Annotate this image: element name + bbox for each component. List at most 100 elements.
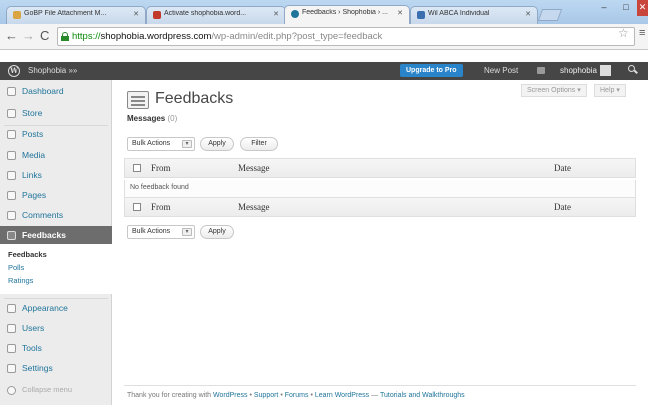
footer: Thank you for creating with WordPress • … (127, 392, 465, 399)
footer-support-link[interactable]: Support (254, 392, 279, 399)
bulk-actions-value: Bulk Actions (132, 140, 171, 147)
lock-icon (61, 32, 69, 41)
browser-tab-1[interactable]: GoBP File Attachment M... ✕ (6, 6, 146, 24)
footer-separator: • (280, 392, 283, 399)
sidebar-item-links[interactable]: Links (0, 166, 112, 184)
footer-tutorials-link[interactable]: Tutorials and Walkthroughs (380, 392, 465, 399)
feedbacks-submenu: Feedbacks Polls Ratings (0, 244, 112, 294)
wp-admin-bar: W Shophobia »» Upgrade to Pro New Post s… (0, 62, 648, 80)
wordpress-logo-icon[interactable]: W (8, 65, 20, 77)
column-message: Message (238, 163, 270, 173)
bulk-actions-select-bottom[interactable]: Bulk Actions ▾ (127, 225, 195, 239)
avatar[interactable] (600, 65, 611, 76)
sidebar-item-pages[interactable]: Pages (0, 186, 112, 204)
column-message: Message (238, 202, 270, 212)
site-name-link[interactable]: Shophobia »» (28, 66, 77, 75)
comments-icon[interactable] (537, 67, 545, 74)
pin-icon (7, 130, 16, 139)
submenu-item-polls[interactable]: Polls (8, 263, 24, 272)
sidebar-item-tools[interactable]: Tools (0, 339, 112, 357)
messages-count: (0) (167, 114, 178, 123)
browser-menu-icon[interactable]: ≡ (639, 27, 645, 39)
close-icon[interactable]: ✕ (273, 10, 279, 18)
no-items-row: No feedback found (124, 180, 636, 197)
users-icon (7, 324, 16, 333)
browser-toolbar: ← → C https://shophobia.wordpress.com/wp… (0, 24, 648, 50)
address-bar[interactable]: https://shophobia.wordpress.com/wp-admin… (57, 27, 635, 46)
footer-forums-link[interactable]: Forums (285, 392, 309, 399)
sidebar-item-media[interactable]: Media (0, 146, 112, 164)
admin-sidebar: Dashboard Store Posts Media Links Pages … (0, 80, 112, 405)
sidebar-item-settings[interactable]: Settings (0, 359, 112, 377)
submenu-item-feedbacks[interactable]: Feedbacks (8, 250, 47, 259)
footer-wordpress-link[interactable]: WordPress (213, 392, 248, 399)
column-from[interactable]: From (151, 163, 171, 173)
footer-dash: — (371, 392, 379, 399)
url-scheme: https:// (72, 31, 101, 42)
bulk-actions-value: Bulk Actions (132, 228, 171, 235)
bookmark-star-icon[interactable]: ☆ (618, 26, 629, 40)
maximize-button[interactable]: □ (615, 0, 637, 16)
filter-button[interactable]: Filter (240, 137, 278, 151)
apply-button-top[interactable]: Apply (200, 137, 234, 151)
browser-tab-4[interactable]: Wil ABCA Individual ✕ (410, 6, 538, 24)
gmail-icon (153, 11, 161, 19)
bulk-actions-select-top[interactable]: Bulk Actions ▾ (127, 137, 195, 151)
sidebar-item-label: Links (22, 170, 42, 180)
minimize-button[interactable]: ‒ (593, 0, 615, 16)
messages-filter-link[interactable]: Messages (0) (127, 114, 177, 123)
sidebar-item-label: Pages (22, 190, 47, 200)
footer-learn-link[interactable]: Learn WordPress (315, 392, 369, 399)
close-icon[interactable]: ✕ (133, 10, 139, 18)
sidebar-item-label: Store (22, 108, 43, 118)
sidebar-item-users[interactable]: Users (0, 319, 112, 337)
tab-title: Feedbacks › Shophobia › ... (302, 9, 388, 16)
collapse-arrow-icon (7, 386, 16, 395)
screen-options-button[interactable]: Screen Options ▾ (521, 84, 587, 97)
close-icon[interactable]: ✕ (525, 10, 531, 18)
url-path: /wp-admin/edit.php?post_type=feedback (211, 31, 383, 42)
browser-tab-3-active[interactable]: Feedbacks › Shophobia › ... ✕ (284, 5, 410, 24)
forward-arrow-icon[interactable]: → (22, 28, 35, 44)
sidebar-item-label: Feedbacks (22, 230, 66, 240)
feedback-icon (7, 231, 16, 240)
reload-icon[interactable]: C (40, 28, 49, 44)
collapse-menu-button[interactable]: Collapse menu (0, 381, 112, 399)
tab-title: Wil ABCA Individual (428, 10, 490, 17)
select-all-checkbox[interactable] (133, 164, 141, 172)
sidebar-item-dashboard[interactable]: Dashboard (0, 82, 112, 100)
sidebar-item-label: Media (22, 150, 46, 160)
sidebar-item-comments[interactable]: Comments (0, 206, 112, 224)
apply-button-bottom[interactable]: Apply (200, 225, 234, 239)
column-from[interactable]: From (151, 202, 171, 212)
tab-title: Activate shophobia.word... (164, 10, 247, 17)
select-all-checkbox[interactable] (133, 203, 141, 211)
new-post-link[interactable]: New Post (484, 66, 518, 75)
new-tab-button[interactable] (537, 9, 563, 21)
close-window-button[interactable]: ✕ (637, 0, 648, 16)
upgrade-to-pro-button[interactable]: Upgrade to Pro (400, 64, 463, 77)
page-title: Feedbacks (155, 90, 234, 107)
close-icon[interactable]: ✕ (397, 9, 403, 17)
help-button[interactable]: Help ▾ (594, 84, 626, 97)
link-icon (7, 171, 16, 180)
sidebar-item-appearance[interactable]: Appearance (0, 299, 112, 317)
tools-icon (7, 344, 16, 353)
footer-separator: • (310, 392, 313, 399)
sidebar-item-posts[interactable]: Posts (0, 125, 112, 143)
user-name-link[interactable]: shophobia (560, 66, 597, 75)
messages-label: Messages (127, 114, 166, 123)
sidebar-item-feedbacks[interactable]: Feedbacks (0, 226, 112, 244)
browser-tab-2[interactable]: Activate shophobia.word... ✕ (146, 6, 286, 24)
search-icon[interactable] (627, 64, 639, 76)
sidebar-item-store[interactable]: Store (0, 104, 112, 122)
sidebar-item-label: Settings (22, 363, 53, 373)
footer-text: Thank you for creating with (127, 392, 212, 399)
sidebar-item-label: Comments (22, 210, 64, 220)
submenu-item-ratings[interactable]: Ratings (8, 276, 33, 285)
browser-tab-strip: GoBP File Attachment M... ✕ Activate sho… (0, 0, 648, 24)
column-date[interactable]: Date (554, 163, 571, 173)
column-date[interactable]: Date (554, 202, 571, 212)
back-arrow-icon[interactable]: ← (5, 28, 18, 44)
wordpress-favicon-icon (291, 10, 299, 18)
